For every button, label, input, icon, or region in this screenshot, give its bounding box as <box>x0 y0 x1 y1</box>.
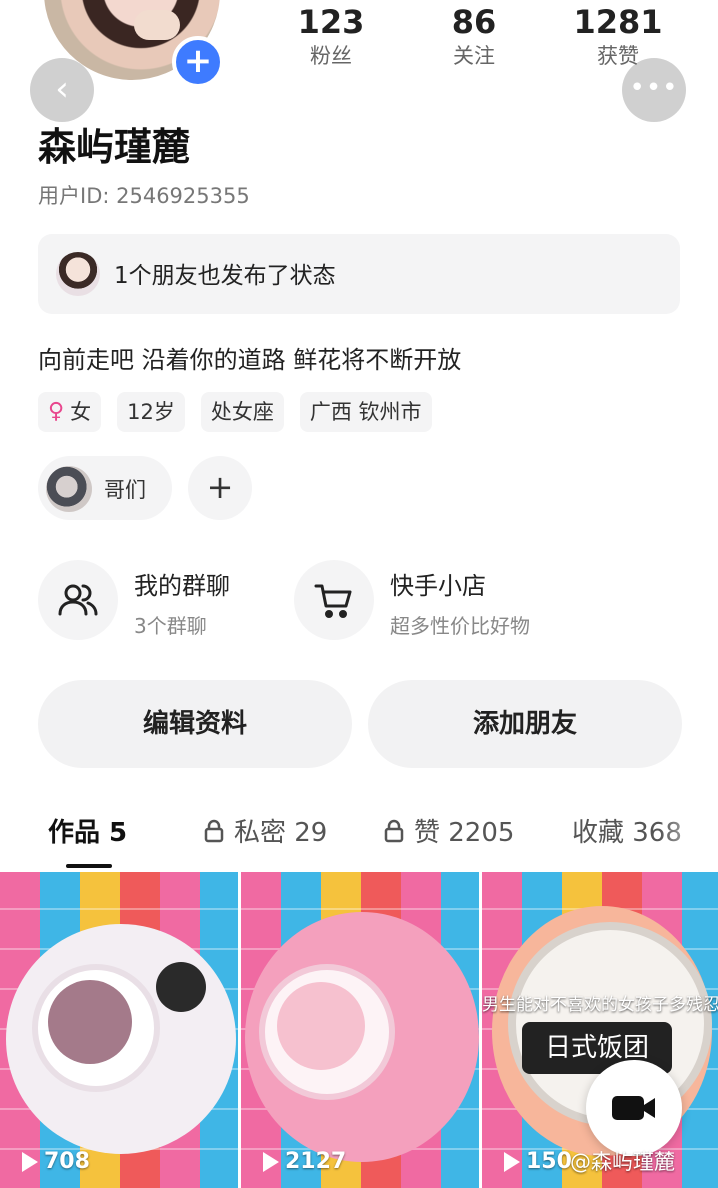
cart-icon[interactable] <box>294 560 374 640</box>
friend-status-text: 1个朋友也发布了状态 <box>114 263 336 289</box>
group-chat-subtitle: 3个群聊 <box>134 614 207 638</box>
friend-avatar <box>56 252 100 296</box>
bio: 向前走吧 沿着你的道路 鲜花将不断开放 <box>38 346 462 374</box>
gender-tag: ♀ 女 <box>38 392 102 432</box>
add-group-button[interactable]: + <box>188 456 252 520</box>
add-avatar-button[interactable]: + <box>172 36 224 88</box>
tab-favorites-label: 收藏 368 <box>572 818 682 848</box>
following-count: 86 <box>451 3 497 41</box>
tab-works-label: 作品 5 <box>48 818 128 848</box>
record-video-button[interactable] <box>586 1060 682 1156</box>
user-id[interactable]: 用户ID: 2546925355 <box>38 180 250 210</box>
active-tab-indicator <box>66 864 112 868</box>
shop-subtitle: 超多性价比好物 <box>390 614 530 638</box>
likes-label: 获赞 <box>597 44 639 68</box>
friend-status-card[interactable]: 1个朋友也发布了状态 <box>38 234 680 314</box>
tab-private-label: 私密 29 <box>234 818 328 848</box>
shop-title[interactable]: 快手小店 <box>390 566 486 601</box>
play-count: 2127 <box>263 1149 346 1174</box>
tab-works[interactable]: 作品 5 <box>48 812 127 849</box>
likes-stat[interactable]: 1281 获赞 <box>563 2 673 70</box>
play-count: 150 <box>504 1149 572 1174</box>
play-icon <box>504 1151 520 1172</box>
followers-label: 粉丝 <box>310 44 352 68</box>
play-icon <box>263 1151 279 1172</box>
group-chip[interactable]: 哥们 <box>38 456 172 520</box>
group-avatar <box>46 466 92 512</box>
tab-liked[interactable]: 赞 2205 <box>384 812 514 849</box>
tab-favorites[interactable]: 收藏 368 <box>572 812 718 849</box>
username: 森屿瑾麓 <box>38 125 191 169</box>
video-camera-icon <box>612 1096 655 1120</box>
video-caption: 男生能对不喜欢的女孩子多残忍 <box>482 995 718 1015</box>
following-stat[interactable]: 86 关注 <box>419 2 529 70</box>
followers-stat[interactable]: 123 粉丝 <box>276 2 386 70</box>
group-chat-icon[interactable] <box>38 560 118 640</box>
watermark: @森屿瑾麓 <box>570 1150 675 1174</box>
profile-tags: ♀ 女 12岁 处女座 广西 钦州市 <box>38 392 432 432</box>
add-friend-button[interactable]: 添加朋友 <box>368 680 682 768</box>
group-chip-label: 哥们 <box>104 478 146 502</box>
following-label: 关注 <box>453 44 495 68</box>
edit-profile-button[interactable]: 编辑资料 <box>38 680 352 768</box>
location-tag: 广西 钦州市 <box>299 392 432 432</box>
followers-count: 123 <box>297 3 365 41</box>
video-thumbnail-1[interactable]: 708 <box>0 872 238 1188</box>
lock-icon <box>204 819 224 842</box>
video-thumbnail-2[interactable]: 2127 <box>241 872 479 1188</box>
lock-icon <box>384 819 404 842</box>
tab-liked-label: 赞 2205 <box>414 818 515 848</box>
age-tag: 12岁 <box>117 392 185 432</box>
play-count: 708 <box>22 1149 90 1174</box>
female-icon: ♀ <box>48 399 65 424</box>
tab-private[interactable]: 私密 29 <box>204 812 327 849</box>
back-button[interactable]: ‹ <box>30 58 94 122</box>
zodiac-tag: 处女座 <box>200 392 284 432</box>
gender-label: 女 <box>70 400 92 424</box>
likes-count: 1281 <box>573 3 663 41</box>
group-chat-title[interactable]: 我的群聊 <box>134 566 230 601</box>
play-icon <box>22 1151 38 1172</box>
